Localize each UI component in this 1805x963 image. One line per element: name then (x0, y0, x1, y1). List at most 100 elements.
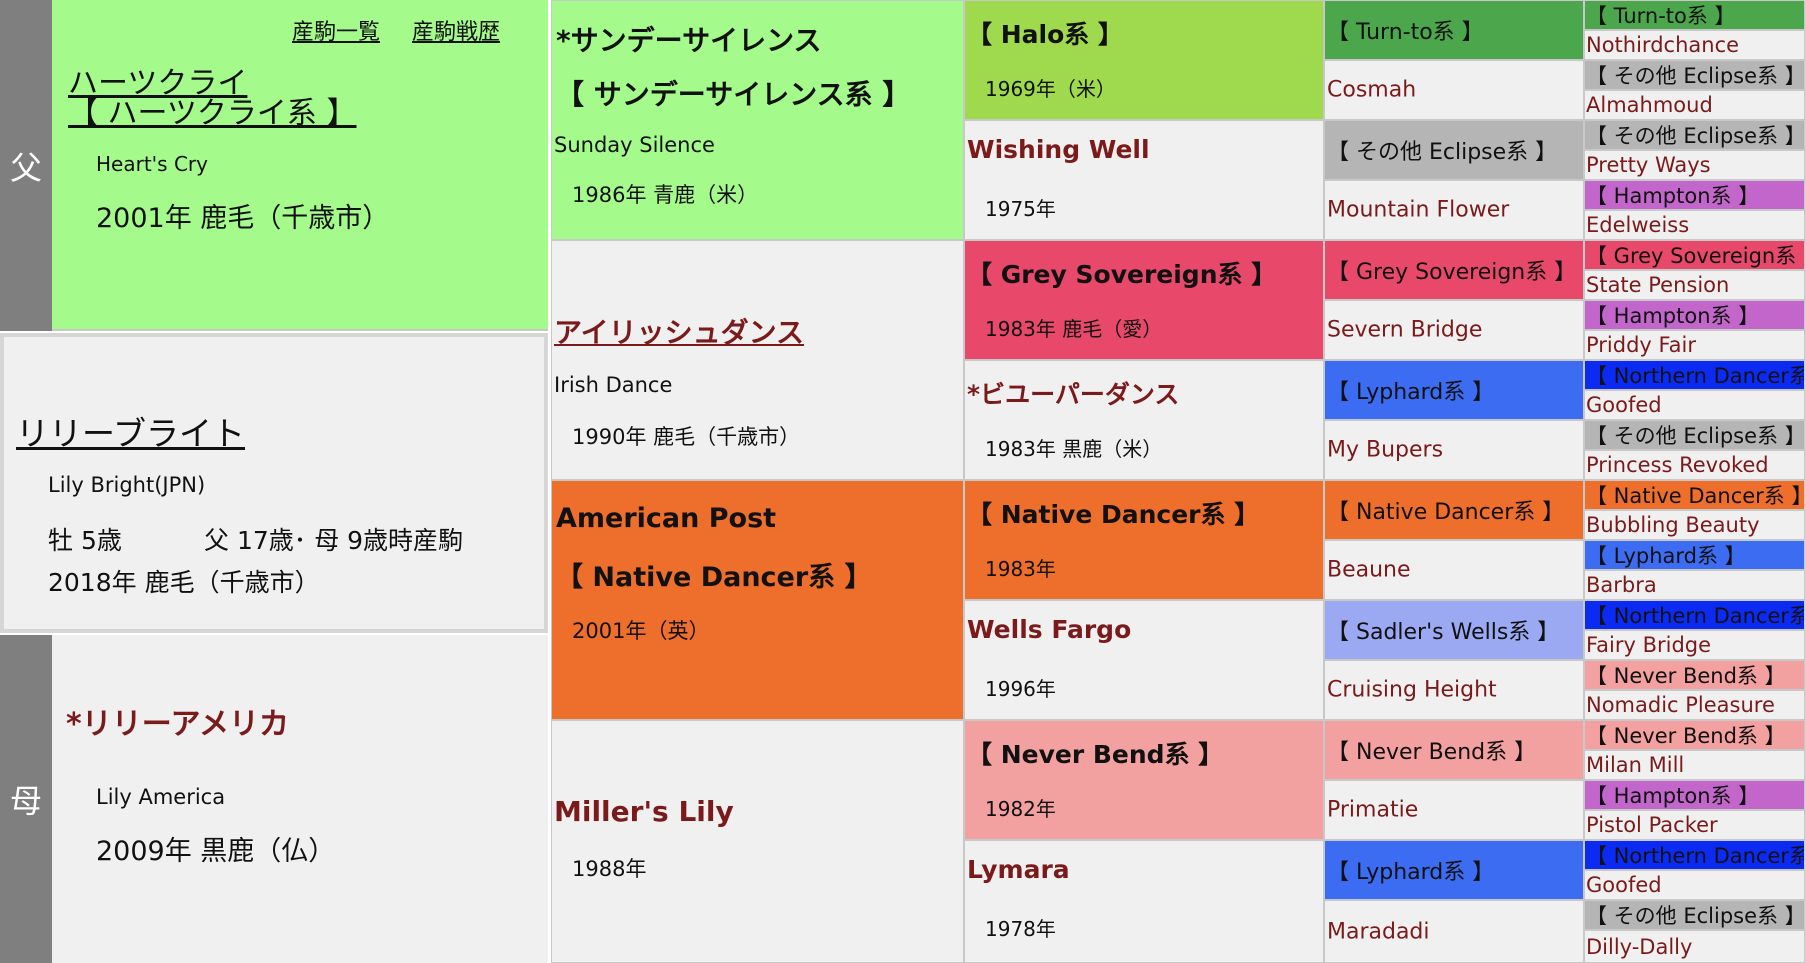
gen3-name[interactable]: 【 Never Bend系 】 (967, 735, 1223, 771)
gen5-cell: 【 Hampton系 】 (1584, 300, 1805, 330)
gen2-line: 【 Native Dancer系 】 (556, 562, 872, 593)
gen5-name[interactable]: 【 その他 Eclipse系 】 (1586, 121, 1804, 149)
gen2-name[interactable]: アイリッシュダンス (554, 311, 804, 351)
gen5-name[interactable]: 【 Lyphard系 】 (1586, 541, 1746, 569)
gen4-cell: Cruising Height (1324, 660, 1584, 720)
gen5-cell: 【 その他 Eclipse系 】 (1584, 420, 1805, 450)
gen3-name[interactable]: 【 Halo系 】 (967, 15, 1123, 51)
gen5-name[interactable]: Almahmoud (1586, 93, 1713, 117)
gen5-name[interactable]: Priddy Fair (1586, 333, 1696, 357)
gen3-name[interactable]: 【 Grey Sovereign系 】 (967, 255, 1276, 291)
gen4-name[interactable]: 【 Native Dancer系 】 (1327, 494, 1564, 526)
gen4-name[interactable]: 【 Grey Sovereign系 】 (1327, 254, 1576, 286)
gen4-name[interactable]: 【 Never Bend系 】 (1327, 734, 1536, 766)
gen2-name[interactable]: American Post (556, 503, 776, 534)
gen5-cell: 【 Never Bend系 】 (1584, 660, 1805, 690)
gen4-name[interactable]: 【 Turn-to系 】 (1327, 14, 1484, 46)
gen4-name[interactable]: Cosmah (1327, 78, 1416, 103)
gen4-cell: 【 Never Bend系 】 (1324, 720, 1584, 780)
gen5-name[interactable]: Milan Mill (1586, 753, 1684, 777)
gen4-name[interactable]: Severn Bridge (1327, 318, 1482, 343)
gen5-name[interactable]: 【 Northern Dancer系 】 (1586, 601, 1804, 629)
gen5-name[interactable]: Pistol Packer (1586, 813, 1718, 837)
gen5-name[interactable]: Princess Revoked (1586, 453, 1769, 477)
gen5-name[interactable]: 【 Hampton系 】 (1586, 181, 1759, 209)
horse-english-name: Lily Bright(JPN) (48, 473, 206, 497)
gen4-name[interactable]: Beaune (1327, 558, 1411, 583)
gen3-name[interactable]: Wells Fargo (967, 615, 1131, 644)
gen5-name[interactable]: 【 Hampton系 】 (1586, 301, 1759, 329)
gen4-cell: Primatie (1324, 780, 1584, 840)
gen3-cell: *ビユーパーダンス 1983年 黒鹿（米） (964, 360, 1324, 480)
gen4-name[interactable]: My Bupers (1327, 438, 1443, 463)
gen2-info: 2001年（英） (572, 619, 710, 643)
gen5-cell: Princess Revoked (1584, 450, 1805, 480)
gen5-name[interactable]: Goofed (1586, 393, 1662, 417)
gen5-name[interactable]: Nomadic Pleasure (1586, 693, 1775, 717)
gen3-name[interactable]: 【 Native Dancer系 】 (967, 495, 1259, 531)
gen5-cell: Goofed (1584, 390, 1805, 420)
gen5-cell: 【 Northern Dancer系 】 (1584, 360, 1805, 390)
gen4-name[interactable]: Mountain Flower (1327, 198, 1509, 223)
gen5-name[interactable]: Dilly-Dally (1586, 935, 1692, 959)
gen5-name[interactable]: State Pension (1586, 273, 1729, 297)
gen2-name[interactable]: *サンデーサイレンス (556, 19, 822, 59)
gen4-name[interactable]: Maradadi (1327, 919, 1430, 944)
gen5-name[interactable]: 【 Grey Sovereign系 】 (1586, 241, 1804, 269)
offspring-race-record-link[interactable]: 産駒戦歴 (412, 14, 500, 46)
gen3-info: 1983年 鹿毛（愛） (985, 317, 1163, 341)
gen5-cell: 【 Native Dancer系 】 (1584, 480, 1805, 510)
gen5-name[interactable]: 【 その他 Eclipse系 】 (1586, 901, 1804, 929)
gen5-name[interactable]: 【 その他 Eclipse系 】 (1586, 61, 1804, 89)
gen5-cell: 【 Grey Sovereign系 】 (1584, 240, 1805, 270)
gen5-cell: Barbra (1584, 570, 1805, 600)
offspring-list-link[interactable]: 産駒一覧 (292, 14, 380, 46)
gen4-cell: 【 Turn-to系 】 (1324, 0, 1584, 60)
gen4-name[interactable]: 【 Lyphard系 】 (1327, 854, 1494, 886)
gen5-name[interactable]: 【 Northern Dancer系 】 (1586, 361, 1804, 389)
gen3-name[interactable]: *ビユーパーダンス (967, 375, 1179, 411)
gen5-cell: 【 Northern Dancer系 】 (1584, 600, 1805, 630)
gen5-cell: 【 その他 Eclipse系 】 (1584, 60, 1805, 90)
gen4-cell: 【 Grey Sovereign系 】 (1324, 240, 1584, 300)
gen4-cell: Cosmah (1324, 60, 1584, 120)
dam-english-name: Lily America (96, 785, 226, 809)
gen4-cell: Maradadi (1324, 900, 1584, 963)
gen4-name[interactable]: Primatie (1327, 798, 1418, 823)
gen3-name[interactable]: Wishing Well (967, 135, 1150, 164)
gen5-cell: Bubbling Beauty (1584, 510, 1805, 540)
gen4-name[interactable]: 【 Sadler's Wells系 】 (1327, 614, 1559, 646)
gen5-name[interactable]: Pretty Ways (1586, 153, 1711, 177)
gen5-cell: Edelweiss (1584, 210, 1805, 240)
gen4-cell: 【 Lyphard系 】 (1324, 360, 1584, 420)
gen5-name[interactable]: 【 Never Bend系 】 (1586, 661, 1786, 689)
gen5-name[interactable]: Goofed (1586, 873, 1662, 897)
gen3-info: 1996年 (985, 677, 1056, 701)
gen5-name[interactable]: 【 Hampton系 】 (1586, 781, 1759, 809)
gen3-info: 1969年（米） (985, 77, 1116, 101)
gen5-name[interactable]: 【 Turn-to系 】 (1586, 1, 1736, 29)
gen5-name[interactable]: 【 Native Dancer系 】 (1586, 481, 1804, 509)
dam-birth-info: 2009年 黒鹿（仏） (96, 836, 336, 867)
gen5-name[interactable]: 【 その他 Eclipse系 】 (1586, 421, 1804, 449)
dam-name[interactable]: *リリーアメリカ (66, 699, 289, 743)
gen4-name[interactable]: 【 その他 Eclipse系 】 (1327, 134, 1557, 166)
sire-side-label: 父 (0, 0, 52, 331)
gen5-name[interactable]: 【 Never Bend系 】 (1586, 721, 1786, 749)
gen4-name[interactable]: 【 Lyphard系 】 (1327, 374, 1494, 406)
gen4-name[interactable]: Cruising Height (1327, 678, 1497, 703)
gen5-name[interactable]: Bubbling Beauty (1586, 513, 1760, 537)
gen5-cell: Nothirdchance (1584, 30, 1805, 60)
gen2-cell: アイリッシュダンス Irish Dance 1990年 鹿毛（千歳市） (551, 240, 964, 480)
gen3-name[interactable]: Lymara (967, 855, 1070, 884)
gen5-name[interactable]: Barbra (1586, 573, 1657, 597)
gen5-name[interactable]: 【 Northern Dancer系 】 (1586, 841, 1804, 869)
gen5-name[interactable]: Fairy Bridge (1586, 633, 1711, 657)
gen2-name[interactable]: Miller's Lily (554, 795, 734, 828)
gen5-cell: 【 Turn-to系 】 (1584, 0, 1805, 30)
gen3-info: 1975年 (985, 197, 1056, 221)
gen2-info: 1990年 鹿毛（千歳市） (572, 425, 801, 449)
gen5-name[interactable]: Nothirdchance (1586, 33, 1739, 57)
gen4-cell: Mountain Flower (1324, 180, 1584, 240)
gen5-name[interactable]: Edelweiss (1586, 213, 1689, 237)
